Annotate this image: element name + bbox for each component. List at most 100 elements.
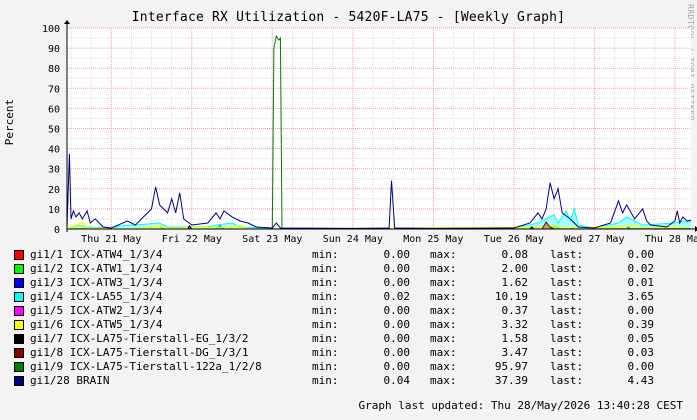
legend-last-value: 0.00 [627,248,655,261]
legend-min-label: min: [312,290,339,303]
legend-max-value: 10.19 [494,290,528,303]
legend-series-name: gi1/6 ICX-ATW5_1/3/4 [30,318,163,331]
plot-area: 0 10 20 30 40 50 60 70 80 90 100 Thu 21 May Fri 22 … [42,20,697,245]
legend-row: gi1/6 ICX-ATW5_1/3/4 min: 0.00 max: 3.32 last… [14,318,694,332]
legend-swatch [14,306,24,316]
legend-last-label: last: [550,318,584,331]
legend-last-value: 0.02 [627,262,655,275]
legend-max-label: max: [430,262,457,275]
legend-min-label: min: [312,276,339,289]
y-tick-labels: 0 10 20 30 40 50 60 70 80 90 100 [42,24,60,236]
legend-row: gi1/9 ICX-LA75-Tierstall-122a_1/2/8 min: 0… [14,360,694,374]
x-tick-label: Wed 27 May [564,234,624,245]
legend-last-value: 0.01 [627,276,655,289]
legend-max-value: 3.32 [501,318,529,331]
legend-row: gi1/8 ICX-LA75-Tierstall-DG_1/3/1 min: 0.0… [14,346,694,360]
legend-last-label: last: [550,304,584,317]
y-tick-label: 10 [48,205,60,216]
legend-series-name: gi1/5 ICX-ATW2_1/3/4 [30,304,163,317]
x-tick-label: Fri 22 May [162,234,222,245]
y-tick-label: 80 [48,64,60,75]
legend-last-label: last: [550,276,584,289]
legend-min-label: min: [312,304,339,317]
legend-min-value: 0.00 [383,318,411,331]
legend-max-label: max: [430,248,457,261]
legend-max-value: 2.00 [501,262,529,275]
legend-last-label: last: [550,346,584,359]
legend-swatch [14,292,24,302]
legend-series-name: gi1/9 ICX-LA75-Tierstall-122a_1/2/8 [30,360,262,373]
y-tick-label: 0 [54,225,60,236]
legend-max-label: max: [430,290,457,303]
legend-last-value: 4.43 [627,374,655,387]
legend-min-value: 0.00 [383,360,411,373]
legend-last-value: 0.03 [627,346,655,359]
legend-min-label: min: [312,374,339,387]
legend-min-label: min: [312,262,339,275]
legend-min-value: 0.00 [383,262,411,275]
legend-min-label: min: [312,248,339,261]
legend-min-value: 0.00 [383,248,411,261]
y-tick-label: 50 [48,125,60,136]
y-tick-label: 90 [48,44,60,55]
legend-min-value: 0.00 [383,276,411,289]
legend-last-label: last: [550,290,584,303]
legend: gi1/1 ICX-ATW4_1/3/4 min: 0.00 max: 0.08 last… [14,248,694,388]
legend-series-name: gi1/28 BRAIN [30,374,110,387]
updated-label: Graph last updated: [358,399,485,412]
legend-max-label: max: [430,374,457,387]
legend-swatch [14,264,24,274]
legend-swatch [14,376,24,386]
legend-row: gi1/5 ICX-ATW2_1/3/4 min: 0.00 max: 0.37 last… [14,304,694,318]
last-updated: Graph last updated: Thu 28/May/2026 13:4… [358,399,683,412]
legend-max-label: max: [430,360,457,373]
legend-swatch [14,334,24,344]
x-tick-labels: Thu 21 May Fri 22 May Sat 23 May Sun 24 May… [81,234,697,245]
legend-last-label: last: [550,332,584,345]
legend-series-name: gi1/4 ICX-LA55_1/3/4 [30,290,163,303]
y-tick-label: 30 [48,165,60,176]
legend-series-name: gi1/1 ICX-ATW4_1/3/4 [30,248,163,261]
y-tick-label: 20 [48,185,60,196]
legend-max-value: 0.37 [501,304,529,317]
legend-row: gi1/7 ICX-LA75-Tierstall-EG_1/3/2 min: 0.0… [14,332,694,346]
legend-swatch [14,320,24,330]
legend-min-label: min: [312,332,339,345]
graph-frame: Interface RX Utilization - 5420F-LA75 - … [0,0,697,420]
legend-series-name: gi1/2 ICX-ATW1_1/3/4 [30,262,163,275]
legend-max-label: max: [430,346,457,359]
legend-max-label: max: [430,276,457,289]
legend-series-name: gi1/7 ICX-LA75-Tierstall-EG_1/3/2 [30,332,249,345]
legend-max-label: max: [430,332,457,345]
legend-swatch [14,250,24,260]
y-axis-arrow [64,20,70,24]
legend-row: gi1/3 ICX-ATW3_1/3/4 min: 0.00 max: 1.62 last… [14,276,694,290]
legend-max-value: 1.62 [501,276,529,289]
legend-last-label: last: [550,374,584,387]
legend-min-value: 0.02 [383,290,411,303]
legend-last-value: 0.05 [627,332,655,345]
y-tick-label: 60 [48,104,60,115]
legend-series-name: gi1/3 ICX-ATW3_1/3/4 [30,276,163,289]
legend-row: gi1/28 BRAIN min: 0.04 max: 37.39 last: 4.43 [14,374,694,388]
x-tick-label: Thu 28 May [645,234,697,245]
legend-max-value: 1.58 [501,332,529,345]
x-tick-label: Mon 25 May [403,234,463,245]
x-tick-label: Thu 21 May [81,234,141,245]
legend-last-value: 3.65 [627,290,655,303]
legend-row: gi1/2 ICX-ATW1_1/3/4 min: 0.00 max: 2.00 last… [14,262,694,276]
y-tick-label: 100 [42,24,60,35]
x-tick-label: Tue 26 May [484,234,544,245]
legend-max-value: 3.47 [501,346,529,359]
legend-min-value: 0.04 [383,374,411,387]
y-tick-label: 40 [48,145,60,156]
legend-max-value: 37.39 [494,374,528,387]
y-tick-label: 70 [48,84,60,95]
legend-min-label: min: [312,346,339,359]
legend-last-value: 0.00 [627,360,655,373]
legend-max-label: max: [430,318,457,331]
legend-last-value: 0.39 [627,318,655,331]
legend-max-value: 0.08 [501,248,529,261]
legend-min-label: min: [312,360,339,373]
legend-swatch [14,278,24,288]
